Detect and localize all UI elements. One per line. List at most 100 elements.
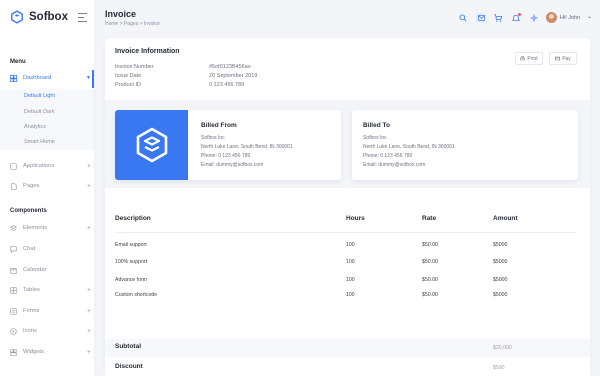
widgets-icon bbox=[10, 348, 17, 356]
sidebar-item-label: Chat bbox=[23, 246, 36, 252]
dashboard-icon bbox=[10, 74, 17, 82]
billed-from-company: Sofbox Inc bbox=[201, 135, 225, 141]
sidebar-item-label: Icons bbox=[23, 328, 37, 334]
sidebar-item-icons[interactable]: Icons + bbox=[10, 324, 95, 338]
discount-value: $500 bbox=[493, 365, 505, 371]
pay-button[interactable]: Pay bbox=[549, 52, 577, 65]
elements-icon bbox=[10, 224, 17, 232]
sidebar-item-label: Dashboard bbox=[23, 75, 52, 81]
active-indicator bbox=[92, 70, 94, 88]
pages-icon bbox=[10, 182, 17, 190]
applications-icon bbox=[10, 162, 17, 170]
avatar[interactable] bbox=[546, 12, 557, 23]
subtotal-row: Subtotal $20,000 bbox=[105, 339, 590, 357]
sidebar-item-dashboard[interactable]: Dashboard ▼ bbox=[10, 71, 95, 85]
billed-from-card: Billed From Sofbox Inc North Luke Lane, … bbox=[115, 110, 341, 180]
sidebar-item-label: Elements bbox=[23, 225, 48, 231]
sidebar-item-label: Forms bbox=[23, 308, 40, 314]
calendar-icon bbox=[10, 267, 17, 274]
cell-amount: $5000 bbox=[493, 277, 508, 283]
pay-icon bbox=[555, 56, 561, 61]
sidebar-item-pages[interactable]: Pages + bbox=[10, 179, 95, 193]
forms-icon bbox=[10, 307, 17, 315]
billed-to-address: North Luke Lane, South Bend, IN 360001 bbox=[363, 144, 455, 150]
issue-date-label: Issue Date bbox=[115, 73, 142, 79]
sidebar-item-widgets[interactable]: Widgets + bbox=[10, 345, 95, 359]
product-id-label: Product ID bbox=[115, 82, 141, 88]
invoice-number-label: Invoice Number bbox=[115, 64, 154, 70]
cell-rate: $50.00 bbox=[422, 259, 438, 265]
col-header-description: Description bbox=[115, 215, 151, 222]
cell-amount: $5000 bbox=[493, 292, 508, 298]
app-name: Sofbox bbox=[29, 11, 68, 23]
billed-from-title: Billed From bbox=[201, 122, 237, 129]
sidebar-item-tables[interactable]: Tables + bbox=[10, 283, 95, 297]
cell-rate: $50.00 bbox=[422, 292, 438, 298]
chat-icon bbox=[10, 245, 17, 253]
sidebar-item-elements[interactable]: Elements + bbox=[10, 221, 95, 235]
plus-icon: + bbox=[86, 327, 91, 335]
user-name[interactable]: Hi! John bbox=[560, 15, 580, 21]
cell-description: Email support bbox=[115, 242, 147, 248]
invoice-number-value: #5of0123B456ax bbox=[209, 64, 251, 70]
sidebar-item-calendar[interactable]: Calendar bbox=[10, 263, 95, 277]
plus-icon: + bbox=[86, 182, 91, 190]
billed-to-title: Billed To bbox=[363, 122, 390, 129]
billed-to-email: Email: dummy@sofbox.com bbox=[363, 162, 426, 168]
billed-from-address: North Luke Lane, South Bend, IN 360001 bbox=[201, 144, 293, 150]
chevron-down-icon[interactable]: ⌄ bbox=[587, 13, 592, 20]
pay-label: Pay bbox=[562, 55, 571, 62]
invoice-card: Invoice Information Invoice Number #5of0… bbox=[105, 38, 590, 376]
col-header-amount: Amount bbox=[493, 215, 518, 222]
table-divider bbox=[115, 232, 576, 233]
cell-description: Advance form bbox=[115, 277, 148, 283]
billed-to-company: Sofbox Inc bbox=[363, 135, 387, 141]
logo-icon bbox=[11, 10, 23, 24]
plus-icon: + bbox=[86, 224, 91, 232]
cell-hours: 100 bbox=[346, 242, 355, 248]
col-header-rate: Rate bbox=[422, 215, 437, 222]
sidebar-item-applications[interactable]: Applications + bbox=[10, 159, 95, 173]
settings-icon[interactable] bbox=[529, 13, 539, 23]
sidebar: Sofbox Menu Dashboard ▼ Default Light De… bbox=[0, 0, 95, 376]
submenu-item-default-dark[interactable]: Default Dark bbox=[24, 109, 55, 115]
print-button[interactable]: Print bbox=[515, 52, 543, 65]
submenu-item-default-light[interactable]: Default Light bbox=[24, 93, 55, 99]
print-label: Print bbox=[527, 55, 538, 62]
cell-amount: $5000 bbox=[493, 259, 508, 265]
cell-rate: $50.00 bbox=[422, 277, 438, 283]
billed-to-phone: Phone: 0 123 456 789 bbox=[363, 153, 413, 159]
search-icon[interactable] bbox=[458, 13, 468, 23]
menu-toggle-icon[interactable] bbox=[78, 13, 87, 25]
sidebar-item-forms[interactable]: Forms + bbox=[10, 304, 95, 318]
notification-dot bbox=[518, 13, 521, 16]
sidebar-item-label: Tables bbox=[23, 287, 40, 293]
sidebar-item-label: Pages bbox=[23, 183, 40, 189]
cell-amount: $5000 bbox=[493, 242, 508, 248]
dashboard-submenu: Default Light Default Dark Analytics Sma… bbox=[0, 89, 94, 150]
chevron-down-icon: ▼ bbox=[86, 75, 91, 81]
sidebar-item-chat[interactable]: Chat bbox=[10, 242, 95, 256]
cart-icon[interactable] bbox=[493, 13, 503, 23]
print-icon bbox=[520, 56, 526, 61]
discount-label: Discount bbox=[115, 363, 143, 370]
cell-rate: $50.00 bbox=[422, 242, 438, 248]
issue-date-value: 20 September 2019 bbox=[209, 73, 258, 79]
cell-description: Custom shortcode bbox=[115, 292, 158, 298]
sidebar-item-label: Calendar bbox=[23, 267, 47, 273]
plus-icon: + bbox=[86, 307, 91, 315]
subtotal-label: Subtotal bbox=[115, 343, 141, 350]
logo[interactable]: Sofbox bbox=[10, 10, 68, 24]
mail-icon[interactable] bbox=[476, 13, 486, 23]
bell-icon[interactable] bbox=[511, 13, 521, 23]
cell-hours: 100 bbox=[346, 277, 355, 283]
cell-hours: 100 bbox=[346, 292, 355, 298]
sidebar-item-label: Applications bbox=[23, 163, 55, 169]
breadcrumb[interactable]: Home > Pages > Invoice bbox=[105, 21, 160, 27]
menu-heading: Menu bbox=[10, 59, 26, 65]
page-title: Invoice bbox=[105, 9, 137, 19]
billed-to-card: Billed To Sofbox Inc North Luke Lane, So… bbox=[352, 110, 578, 180]
cell-hours: 100 bbox=[346, 259, 355, 265]
submenu-item-analytics[interactable]: Analytics bbox=[24, 124, 46, 130]
submenu-item-smart-home[interactable]: Smart Home bbox=[24, 139, 55, 145]
